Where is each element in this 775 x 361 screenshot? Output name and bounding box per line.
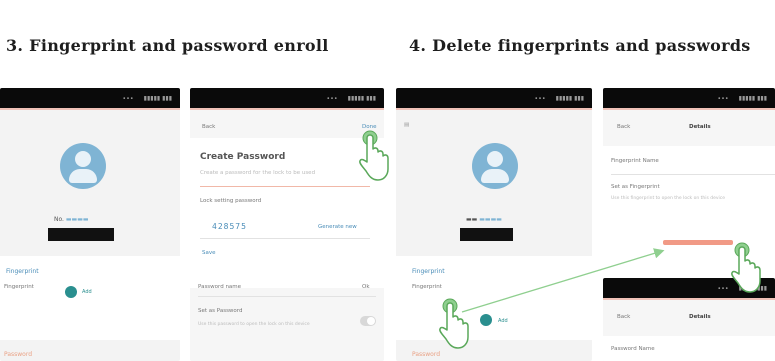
arrow-line [461,248,665,313]
hand-pointer-icon [731,242,761,293]
hand-pointer-icon [359,130,389,181]
hand-pointer-icon [439,298,469,349]
